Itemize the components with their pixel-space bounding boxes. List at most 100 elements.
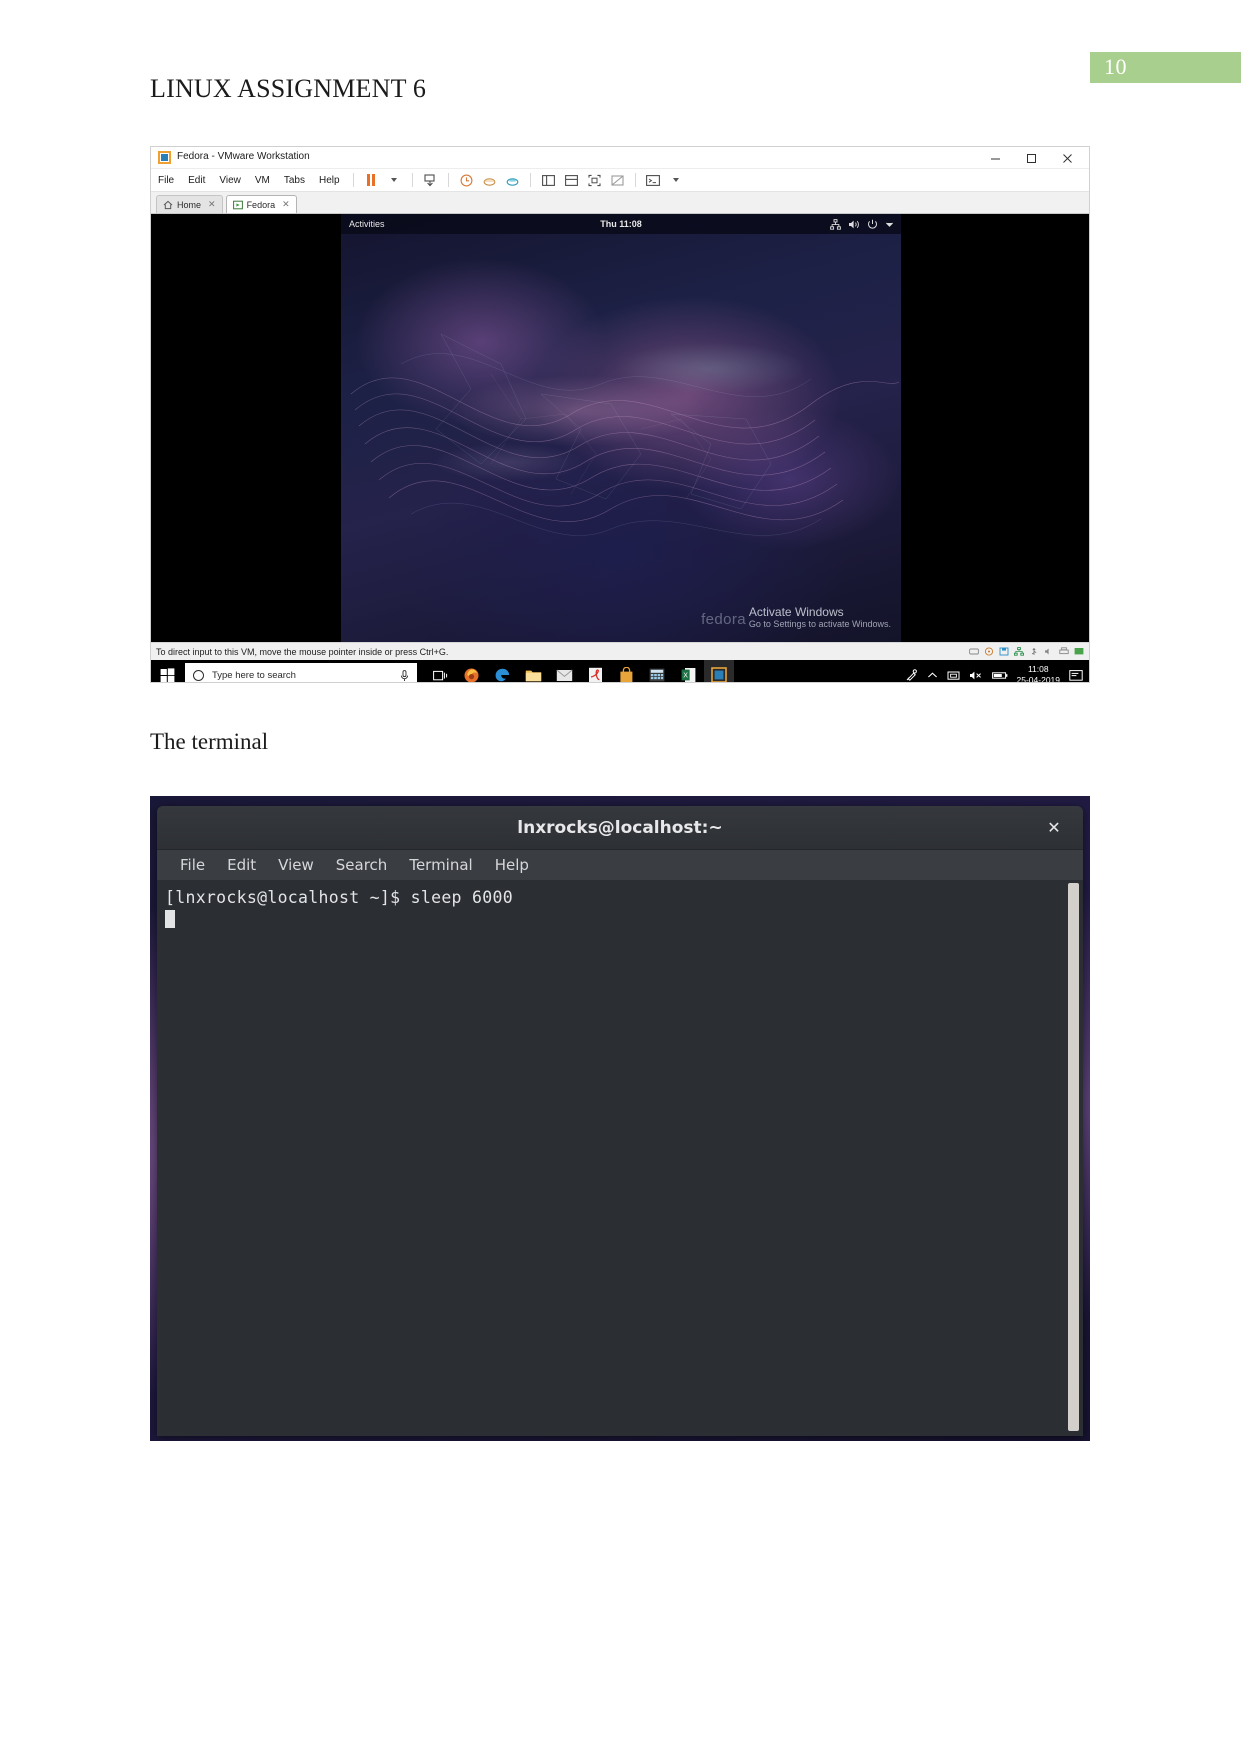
minimize-button[interactable] — [977, 147, 1013, 169]
terminal-line: [lnxrocks@localhost ~]$ sleep 6000 — [165, 888, 513, 907]
unity-mode-icon[interactable] — [608, 171, 627, 190]
vmware-tabbar: Home ✕ Fedora ✕ — [151, 192, 1089, 214]
close-icon[interactable]: ✕ — [1045, 819, 1063, 837]
vmware-titlebar: Fedora - VMware Workstation — [151, 147, 1089, 169]
network-icon[interactable] — [1014, 647, 1024, 656]
microphone-icon[interactable] — [400, 669, 409, 682]
snapshot-manager-icon[interactable] — [480, 171, 499, 190]
tab-fedora[interactable]: Fedora ✕ — [225, 195, 297, 213]
close-button[interactable] — [1049, 147, 1085, 169]
tab-home[interactable]: Home ✕ — [156, 195, 223, 213]
vm-device-status-icons — [969, 647, 1084, 656]
battery-icon[interactable] — [991, 671, 1008, 680]
clock-time: 11:08 — [1027, 664, 1049, 674]
pen-icon[interactable] — [905, 668, 918, 682]
search-input[interactable]: Type here to search — [185, 663, 417, 682]
fullscreen-icon[interactable] — [585, 171, 604, 190]
view-options-icon[interactable] — [667, 171, 686, 190]
display-icon[interactable] — [1074, 647, 1084, 656]
page-number-badge: 10 — [1090, 52, 1241, 83]
terminal-screenshot: lnxrocks@localhost:~ ✕ File Edit View Se… — [150, 796, 1090, 1441]
console-view-icon[interactable] — [644, 171, 663, 190]
menu-tabs[interactable]: Tabs — [277, 169, 312, 192]
menu-file[interactable]: File — [151, 169, 181, 192]
menu-help[interactable]: Help — [312, 169, 347, 192]
menu-vm[interactable]: VM — [248, 169, 277, 192]
page-number: 10 — [1104, 54, 1127, 79]
network-icon[interactable] — [830, 218, 841, 230]
projector-icon[interactable] — [947, 670, 960, 681]
terminal-cursor — [165, 910, 175, 928]
tab-fedora-close-icon[interactable]: ✕ — [282, 199, 290, 210]
tab-home-close-icon[interactable]: ✕ — [208, 199, 216, 210]
gnome-top-bar: Activities Thu 11:08 — [341, 214, 901, 234]
mail-icon[interactable] — [549, 660, 579, 682]
fedora-logo: fedora — [701, 611, 746, 628]
tab-home-label: Home — [177, 199, 202, 210]
clock-date: 25-04-2019 — [1016, 675, 1060, 683]
dropdown-caret-icon[interactable] — [385, 171, 404, 190]
vm-guest-screen[interactable]: Activities Thu 11:08 fedora Activate Win… — [151, 214, 1089, 642]
usb-icon[interactable] — [1029, 647, 1039, 656]
power-icon[interactable] — [867, 219, 878, 230]
sound-icon[interactable] — [1044, 647, 1054, 656]
printer-icon[interactable] — [1059, 647, 1069, 656]
action-center-icon[interactable] — [1069, 669, 1083, 682]
menu-view[interactable]: View — [212, 169, 248, 192]
vmware-menubar: File Edit View VM Tabs Help — [151, 169, 1089, 192]
home-icon — [163, 200, 173, 210]
taskbar-system-tray: 11:08 25-04-2019 — [905, 660, 1089, 683]
document-page: 10 LINUX ASSIGNMENT 6 Fedora - VMware Wo… — [0, 0, 1241, 1754]
file-explorer-icon[interactable] — [518, 660, 548, 682]
adobe-reader-icon[interactable] — [580, 660, 610, 682]
calculator-icon[interactable] — [642, 660, 672, 682]
cd-dvd-icon[interactable] — [984, 647, 994, 656]
maximize-button[interactable] — [1013, 147, 1049, 169]
toolbar-divider — [352, 173, 354, 187]
activities-button[interactable]: Activities — [349, 219, 385, 229]
task-view-icon[interactable] — [425, 660, 455, 682]
chevron-down-icon[interactable] — [885, 220, 894, 229]
terminal-menu-edit[interactable]: Edit — [216, 856, 267, 874]
vmware-icon[interactable] — [704, 660, 734, 682]
terminal-menu-help[interactable]: Help — [484, 856, 540, 874]
vm-icon — [232, 200, 243, 210]
terminal-menu-view[interactable]: View — [267, 856, 325, 874]
tab-fedora-label: Fedora — [246, 199, 276, 210]
svg-text:X: X — [683, 672, 688, 679]
terminal-menu-file[interactable]: File — [169, 856, 216, 874]
terminal-titlebar: lnxrocks@localhost:~ ✕ — [157, 806, 1083, 850]
gnome-clock[interactable]: Thu 11:08 — [600, 219, 642, 229]
search-placeholder: Type here to search — [212, 669, 296, 681]
pause-icon[interactable] — [362, 171, 381, 190]
terminal-menu-search[interactable]: Search — [325, 856, 399, 874]
vmware-statusbar: To direct input to this VM, move the mou… — [151, 642, 1089, 660]
revert-snapshot-icon[interactable] — [457, 171, 476, 190]
volume-icon[interactable] — [848, 219, 860, 230]
hard-disk-icon[interactable] — [969, 647, 979, 656]
windows-start-icon[interactable] — [151, 660, 183, 682]
terminal-output-area[interactable]: [lnxrocks@localhost ~]$ sleep 6000 — [157, 881, 1083, 1435]
vertical-scrollbar[interactable] — [1068, 883, 1079, 1431]
caption-the-terminal: The terminal — [150, 729, 269, 754]
excel-icon[interactable]: X — [673, 660, 703, 682]
taskbar-clock[interactable]: 11:08 25-04-2019 — [1016, 664, 1060, 683]
edge-icon[interactable] — [487, 660, 517, 682]
terminal-menu-terminal[interactable]: Terminal — [398, 856, 483, 874]
guest-display: Activities Thu 11:08 fedora Activate Win… — [341, 214, 901, 642]
gnome-system-tray[interactable] — [830, 218, 894, 230]
activate-windows-watermark: Activate Windows Go to Settings to activ… — [749, 605, 891, 630]
vmware-window-title: Fedora - VMware Workstation — [177, 151, 310, 162]
cortana-circle-icon — [193, 669, 204, 681]
firefox-icon[interactable] — [456, 660, 486, 682]
show-thumbnails-icon[interactable] — [562, 171, 581, 190]
show-hidden-icon[interactable] — [927, 671, 938, 680]
volume-muted-icon[interactable] — [969, 670, 983, 681]
manage-snapshots-icon[interactable] — [503, 171, 522, 190]
store-icon[interactable] — [611, 660, 641, 682]
menu-edit[interactable]: Edit — [181, 169, 212, 192]
window-controls — [977, 147, 1085, 169]
show-library-icon[interactable] — [539, 171, 558, 190]
floppy-icon[interactable] — [999, 647, 1009, 656]
snapshot-icon[interactable] — [421, 171, 440, 190]
